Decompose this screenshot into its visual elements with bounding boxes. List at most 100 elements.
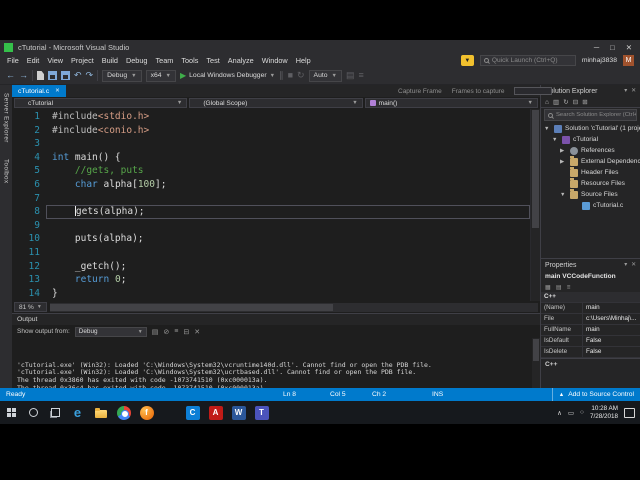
taskbar-app-button[interactable]: ∞	[158, 401, 181, 460]
solution-search-input[interactable]: Search Solution Explorer (Ctrl+;)	[544, 109, 637, 121]
capture-frame-button[interactable]: Capture Frame	[398, 88, 442, 95]
taskbar-app-button[interactable]: f	[135, 401, 158, 424]
code-line[interactable]: #include<conio.h>	[46, 124, 530, 138]
expander-icon[interactable]: ▶	[560, 148, 567, 154]
user-name[interactable]: minhaj3838	[582, 57, 617, 64]
cortana-search-button[interactable]	[22, 401, 44, 424]
tree-item[interactable]: ▼ Solution 'cTutorial' (1 project)	[541, 123, 640, 134]
save-icon[interactable]	[48, 71, 57, 80]
menu-item[interactable]: Build	[98, 56, 122, 65]
taskbar-app-button[interactable]	[112, 401, 135, 424]
tree-item[interactable]: ▶ References	[541, 145, 640, 156]
solution-explorer-toolbar-icon[interactable]: ⊟	[573, 98, 579, 106]
property-value[interactable]: False	[583, 336, 640, 346]
code-line[interactable]	[46, 246, 530, 260]
code-line[interactable]: #include<stdio.h>	[46, 110, 530, 124]
solution-explorer-toolbar-icon[interactable]: ↻	[563, 98, 569, 106]
taskbar-app-button[interactable]: e	[66, 401, 89, 424]
action-center-icon[interactable]	[624, 407, 635, 418]
menu-item[interactable]: File	[3, 56, 23, 65]
undo-redo-icon[interactable]: ↷	[86, 71, 94, 80]
menu-item[interactable]: Help	[292, 56, 315, 65]
add-to-source-control-button[interactable]: ▲ Add to Source Control	[551, 388, 640, 401]
output-source-dropdown[interactable]: Debug ▼	[74, 326, 147, 337]
expander-icon[interactable]: ▼	[560, 192, 567, 198]
tray-icon[interactable]: ∧	[557, 409, 562, 417]
menu-item[interactable]: Test	[202, 56, 223, 65]
close-icon[interactable]: ✕	[55, 88, 60, 94]
output-toolbar-icon[interactable]: ⊘	[163, 328, 169, 336]
scrollbar-thumb[interactable]	[532, 110, 539, 228]
editor-horizontal-scrollbar[interactable]	[49, 302, 538, 312]
taskbar-app-button[interactable]: A	[204, 401, 227, 424]
scrollbar-thumb[interactable]	[533, 339, 539, 361]
menu-item[interactable]: View	[43, 56, 67, 65]
frames-to-capture-input[interactable]	[514, 87, 553, 95]
property-value[interactable]: c:\Users\Minhaj\...	[583, 314, 640, 324]
toolbar-icon[interactable]: ≡	[359, 71, 364, 80]
code-lines[interactable]: #include<stdio.h> #include<conio.h> int ma…	[46, 109, 530, 301]
property-value[interactable]	[559, 292, 640, 302]
solution-explorer-toolbar-icon[interactable]: ⌂	[545, 99, 549, 106]
property-value[interactable]: main	[583, 303, 640, 313]
clock[interactable]: 10:28 AM 7/28/2018	[590, 405, 618, 420]
output-toolbar-icon[interactable]: ▤	[152, 328, 159, 336]
output-toolbar-icon[interactable]: ✕	[194, 328, 200, 336]
tree-item[interactable]: ▼ Source Files	[541, 189, 640, 200]
code-line[interactable]	[46, 192, 530, 206]
debug-control-icon[interactable]: ∥	[279, 71, 284, 80]
code-editor[interactable]: 1 2 3 4 5 6 7 8 9 10 11 12 13 14 #include<stdio.h> #in…	[12, 109, 540, 301]
menu-item[interactable]: Team	[152, 56, 178, 65]
auto-dropdown[interactable]: Auto ▼	[308, 69, 342, 82]
code-line[interactable]: }	[46, 287, 530, 301]
code-line[interactable]: char alpha[100];	[46, 178, 530, 192]
solution-explorer-toolbar-icon[interactable]: ▥	[553, 98, 559, 106]
avatar[interactable]: M	[623, 55, 634, 66]
start-button[interactable]	[0, 401, 22, 424]
navigation-dropdown[interactable]: main() ▼	[364, 98, 538, 108]
tree-item[interactable]: Header Files	[541, 167, 640, 178]
properties-toolbar-icon[interactable]: ▦	[545, 284, 551, 291]
minimize-button[interactable]: ─	[594, 43, 599, 52]
property-row[interactable]: (Name) main	[541, 303, 640, 314]
menu-item[interactable]: Tools	[177, 56, 202, 65]
output-scrollbar[interactable]	[532, 338, 540, 388]
side-tab[interactable]: Server Explorer	[3, 93, 10, 143]
editor-vertical-scrollbar[interactable]	[530, 109, 540, 301]
tree-item[interactable]: ▼ cTutorial	[541, 134, 640, 145]
taskbar-app-button[interactable]	[89, 401, 112, 424]
taskbar-app-button[interactable]: T	[250, 401, 273, 424]
panel-header-icon[interactable]: ✕	[631, 88, 636, 94]
property-row[interactable]: C++	[541, 292, 640, 303]
code-line[interactable]: //gets, puts	[46, 164, 530, 178]
code-line[interactable]: int main() {	[46, 151, 530, 165]
zoom-dropdown[interactable]: 81 % ▼	[14, 302, 47, 312]
start-debugging-button[interactable]: ▶ Local Windows Debugger ▼	[180, 71, 275, 80]
configuration-dropdown[interactable]: Debug ▼	[102, 69, 142, 82]
debug-control-icon[interactable]: ■	[288, 71, 293, 80]
property-row[interactable]: File c:\Users\Minhaj\...	[541, 314, 640, 325]
property-value[interactable]: main	[583, 325, 640, 335]
code-line[interactable]: return 0;	[46, 273, 530, 287]
navigation-dropdown[interactable]: (Global Scope) ▼	[189, 98, 363, 108]
output-toolbar-icon[interactable]: ≡	[174, 328, 178, 335]
code-line[interactable]	[46, 219, 530, 233]
menu-item[interactable]: Window	[258, 56, 292, 65]
property-row[interactable]: FullName main	[541, 325, 640, 336]
menu-item[interactable]: Debug	[122, 56, 152, 65]
scrollbar-thumb[interactable]	[49, 303, 333, 311]
taskbar-app-button[interactable]: W	[227, 401, 250, 424]
navigate-icon[interactable]: ←	[6, 71, 15, 80]
panel-header-icon[interactable]: ▾	[624, 88, 627, 94]
properties-toolbar-icon[interactable]: ≡	[567, 284, 571, 291]
taskbar-app-button[interactable]: C	[181, 401, 204, 424]
panel-header-icon[interactable]: ✕	[631, 262, 636, 268]
tree-item[interactable]: cTutorial.c	[541, 200, 640, 211]
recorder-arrow-button[interactable]: ▼	[460, 55, 474, 66]
close-button[interactable]: ✕	[626, 43, 632, 52]
quick-launch-input[interactable]: Quick Launch (Ctrl+Q)	[479, 55, 576, 66]
maximize-button[interactable]: □	[610, 43, 615, 52]
code-line[interactable]: gets(alpha);	[46, 205, 530, 219]
tree-item[interactable]: Resource Files	[541, 178, 640, 189]
menu-item[interactable]: Analyze	[224, 56, 258, 65]
